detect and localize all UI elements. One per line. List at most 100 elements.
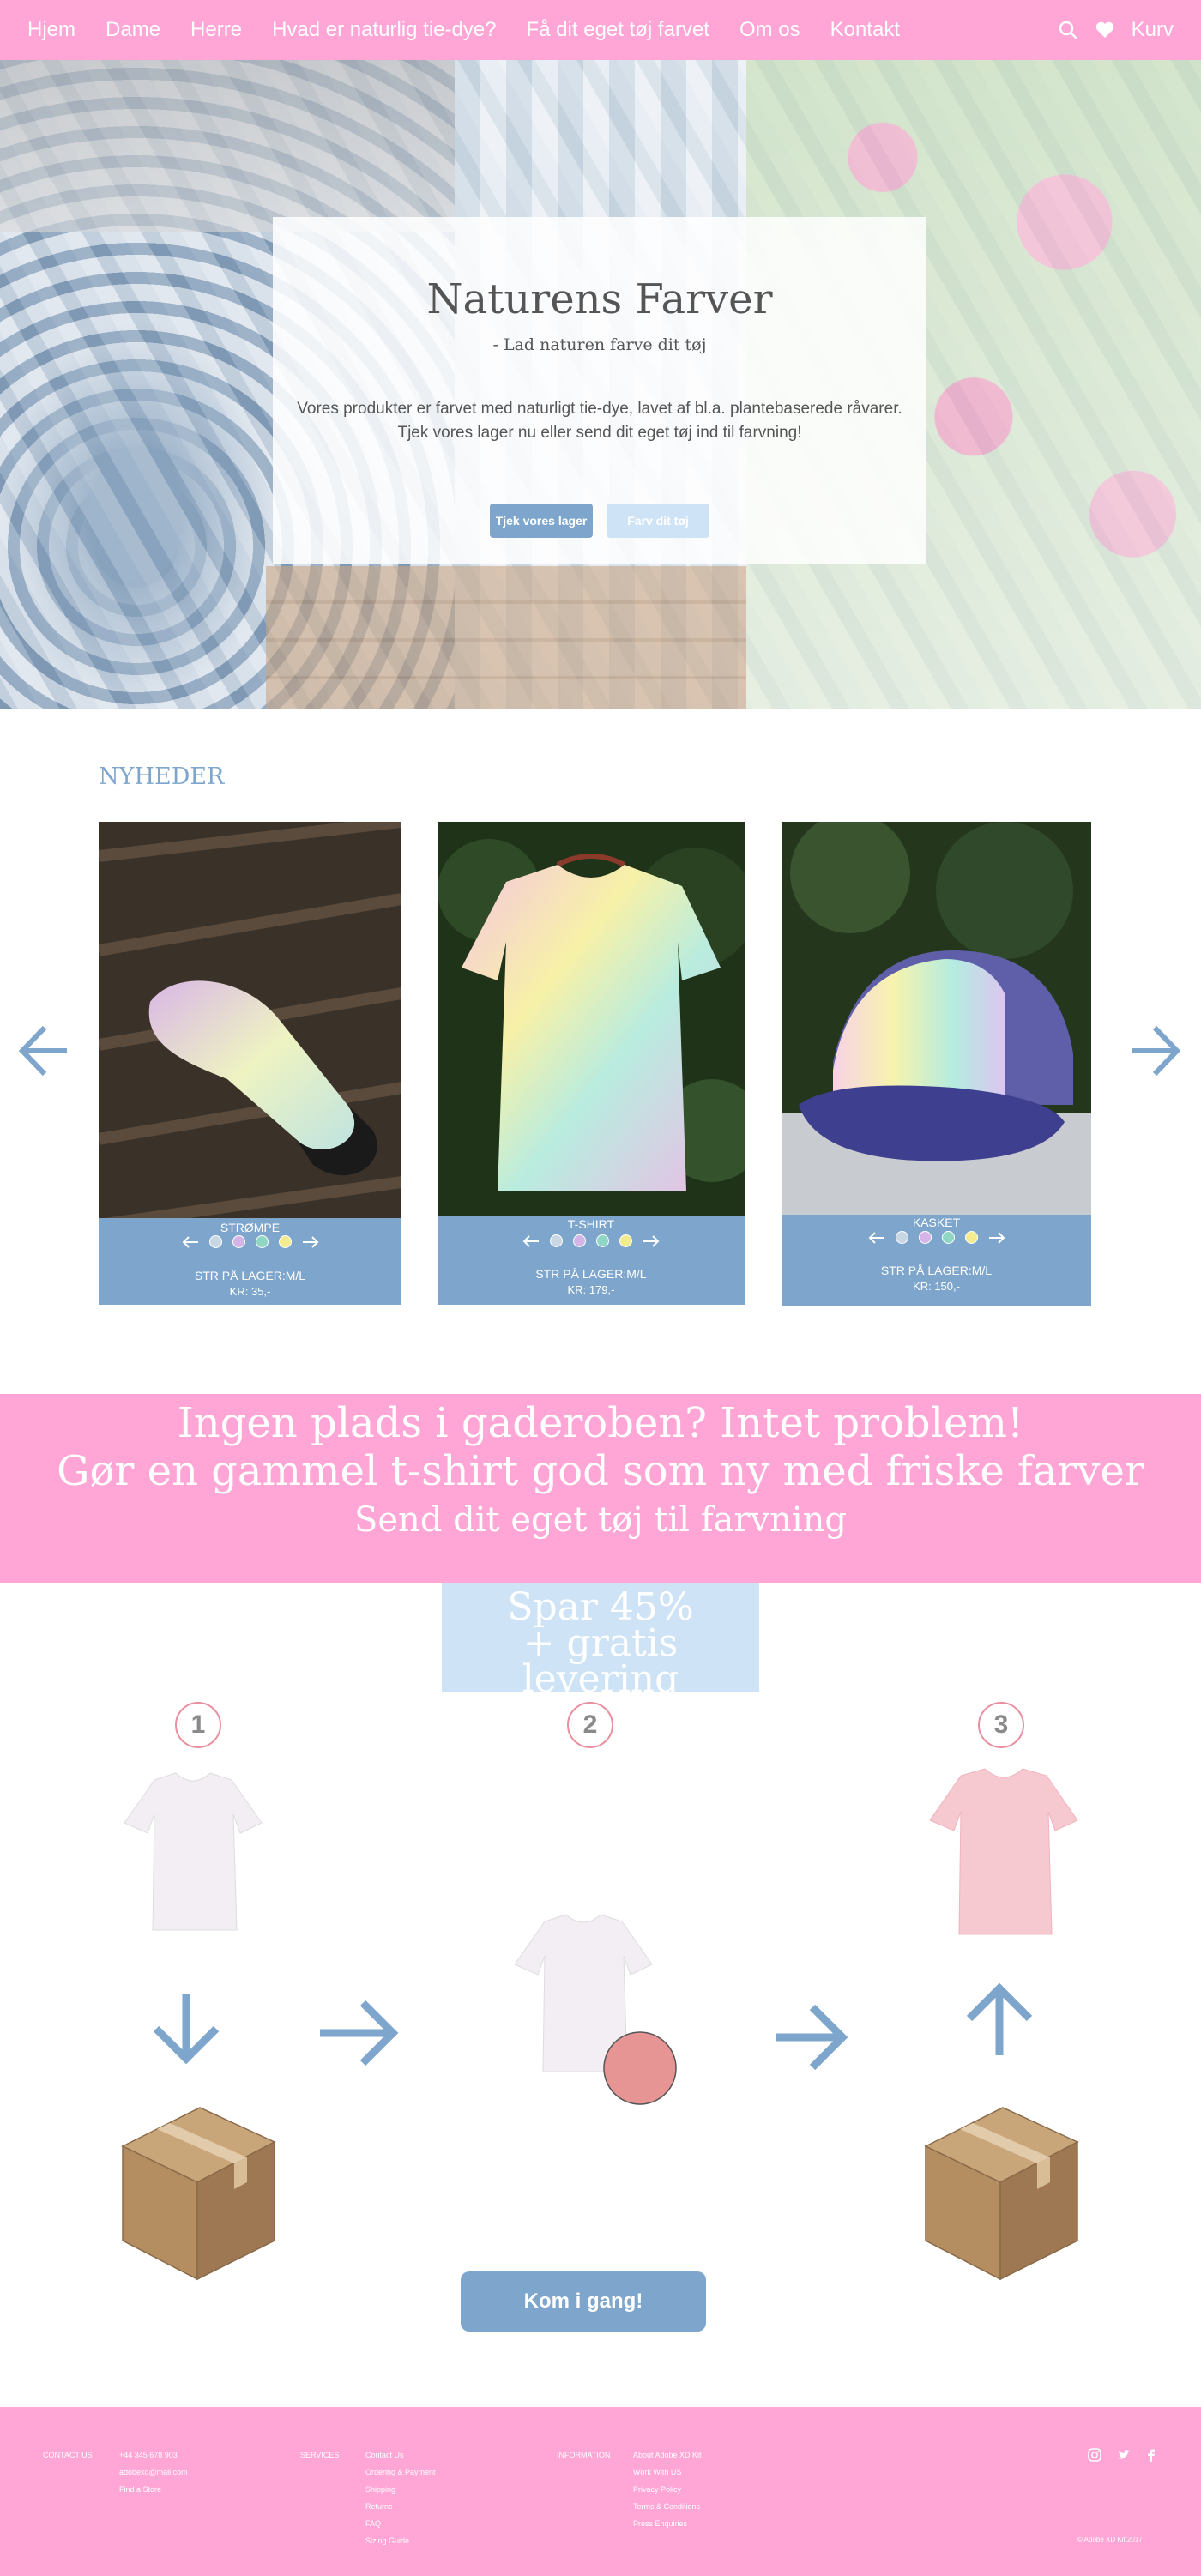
discount-line: + gratis levering (522, 1621, 679, 1701)
twitter-icon[interactable] (1117, 2448, 1131, 2462)
color-swatch[interactable] (895, 1231, 908, 1244)
nav-link-herre[interactable]: Herre (190, 18, 242, 42)
package-box-icon (924, 2107, 1079, 2281)
step-number: 3 (978, 1702, 1024, 1748)
arrow-left-icon[interactable] (522, 1234, 540, 1247)
footer-link[interactable]: Shipping (365, 2481, 436, 2498)
instagram-icon[interactable] (1088, 2448, 1101, 2462)
discount-badge: Spar 45% + gratis levering (442, 1583, 759, 1698)
carousel-prev-arrow-icon[interactable] (17, 1021, 69, 1081)
product-price: KR: 179,- (567, 1283, 615, 1296)
product-name: KASKET (912, 1216, 961, 1229)
footer-email[interactable]: adobexd@mail.com (119, 2464, 188, 2481)
step-number: 1 (175, 1702, 221, 1748)
step-number: 2 (567, 1702, 613, 1748)
arrow-up-icon (966, 1982, 1033, 2055)
product-stock-size: STR PÅ LAGER:M/L (194, 1269, 306, 1282)
arrow-left-icon[interactable] (868, 1231, 885, 1244)
hero-section: Naturens Farver - Lad naturen farve dit … (0, 60, 1201, 709)
color-swatch[interactable] (255, 1235, 269, 1248)
color-selector (99, 1235, 401, 1248)
search-icon[interactable] (1058, 20, 1078, 40)
color-swatch[interactable] (573, 1234, 586, 1247)
hero-background-image (0, 60, 455, 232)
footer-phone[interactable]: +44 345 678 903 (119, 2446, 188, 2464)
color-swatch[interactable] (596, 1234, 609, 1247)
footer-link[interactable]: Contact Us (365, 2446, 436, 2464)
hero-description: Vores produkter er farvet med naturligt … (273, 397, 926, 445)
arrow-right-icon (776, 2004, 848, 2071)
copyright: © Adobe XD Kit 2017 (1077, 2536, 1143, 2543)
arrow-right-icon (320, 2000, 399, 2066)
promo-send-text: Send dit eget tøj til farvning (353, 1500, 848, 1540)
social-links (1088, 2448, 1156, 2462)
color-swatch[interactable] (278, 1235, 292, 1248)
color-swatch[interactable] (964, 1231, 978, 1244)
hero-background-image (266, 566, 746, 709)
arrow-right-icon[interactable] (988, 1231, 1005, 1244)
footer-link[interactable]: Ordering & Payment (365, 2464, 436, 2481)
product-image (99, 822, 401, 1218)
footer-link[interactable]: Sizing Guide (365, 2532, 436, 2549)
footer-services-heading: SERVICES (300, 2451, 340, 2459)
product-name: T-SHIRT (567, 1217, 615, 1231)
hero-buttons: Tjek vores lager Farv dit tøj (273, 504, 926, 538)
promo-headline: Ingen plads i gaderoben? Intet problem! (177, 1399, 1024, 1447)
nav-link-faa-farvet[interactable]: Få dit eget tøj farvet (527, 18, 709, 42)
hero-title: Naturens Farver (426, 275, 773, 323)
product-stock-size: STR PÅ LAGER:M/L (880, 1264, 993, 1277)
facebook-icon[interactable] (1146, 2448, 1156, 2462)
nav-link-dame[interactable]: Dame (106, 18, 160, 42)
footer-link[interactable]: Terms & Conditions (633, 2498, 702, 2515)
footer: CONTACT US +44 345 678 903 adobexd@mail.… (0, 2407, 1201, 2576)
cart-link[interactable]: Kurv (1132, 18, 1174, 42)
heart-icon[interactable] (1095, 21, 1114, 39)
color-swatch[interactable] (550, 1234, 563, 1247)
footer-contact-details: +44 345 678 903 adobexd@mail.com Find a … (119, 2446, 188, 2498)
nav-link-om-os[interactable]: Om os (739, 18, 800, 42)
discount-line: Spar 45% (507, 1585, 694, 1629)
color-swatch[interactable] (208, 1235, 222, 1248)
hero-subtitle: - Lad naturen farve dit tøj (492, 335, 707, 354)
color-swatch[interactable] (918, 1231, 932, 1244)
footer-link[interactable]: About Adobe XD Kit (633, 2446, 702, 2464)
product-card-tshirt[interactable]: T-SHIRT STR PÅ LAGER:M/L KR: 179,- (438, 822, 745, 1305)
product-name: STRØMPE (220, 1221, 281, 1234)
color-swatch[interactable] (619, 1234, 632, 1247)
nav-actions: Kurv (1058, 18, 1174, 42)
product-image (438, 822, 745, 1216)
product-card-stroempe[interactable]: STRØMPE STR PÅ LAGER:M/L KR: 35,- (99, 822, 401, 1305)
arrow-left-icon[interactable] (182, 1235, 199, 1248)
color-swatch[interactable] (941, 1231, 955, 1244)
product-price: KR: 35,- (229, 1285, 271, 1298)
news-heading: NYHEDER (99, 763, 225, 790)
get-started-button[interactable]: Kom i gang! (461, 2271, 706, 2332)
product-image (782, 822, 1091, 1215)
hero-description-line: Tjek vores lager nu eller send dit eget … (397, 424, 802, 442)
nav-link-tie-dye[interactable]: Hvad er naturlig tie-dye? (272, 18, 496, 42)
promo-subheadline: Gør en gammel t-shirt god som ny med fri… (57, 1447, 1144, 1495)
package-box-icon (121, 2107, 276, 2281)
check-stock-button[interactable]: Tjek vores lager (490, 504, 593, 538)
color-swatch[interactable] (232, 1235, 245, 1248)
footer-find-store[interactable]: Find a Store (119, 2481, 188, 2498)
hero-description-line: Vores produkter er farvet med naturligt … (297, 400, 902, 418)
product-card-kasket[interactable]: KASKET STR PÅ LAGER:M/L KR: 150,- (782, 822, 1091, 1306)
footer-link[interactable]: Press Enquiries (633, 2515, 702, 2532)
pink-tshirt-image (929, 1768, 1078, 1935)
footer-link[interactable]: Privacy Policy (633, 2481, 702, 2498)
arrow-right-icon[interactable] (643, 1234, 660, 1247)
hero-card: Naturens Farver - Lad naturen farve dit … (273, 217, 926, 564)
footer-link[interactable]: Returns (365, 2498, 436, 2515)
arrow-right-icon[interactable] (302, 1235, 319, 1248)
carousel-next-arrow-icon[interactable] (1131, 1021, 1182, 1081)
footer-link[interactable]: Work With US (633, 2464, 702, 2481)
nav-link-kontakt[interactable]: Kontakt (830, 18, 900, 42)
arrow-down-icon (153, 1994, 220, 2065)
dye-clothes-button[interactable]: Farv dit tøj (607, 504, 709, 538)
nav-link-hjem[interactable]: Hjem (27, 18, 75, 42)
footer-contact-heading: CONTACT US (43, 2451, 93, 2459)
product-price: KR: 150,- (913, 1280, 960, 1293)
top-navigation: Hjem Dame Herre Hvad er naturlig tie-dye… (0, 0, 1201, 60)
footer-link[interactable]: FAQ (365, 2515, 436, 2532)
